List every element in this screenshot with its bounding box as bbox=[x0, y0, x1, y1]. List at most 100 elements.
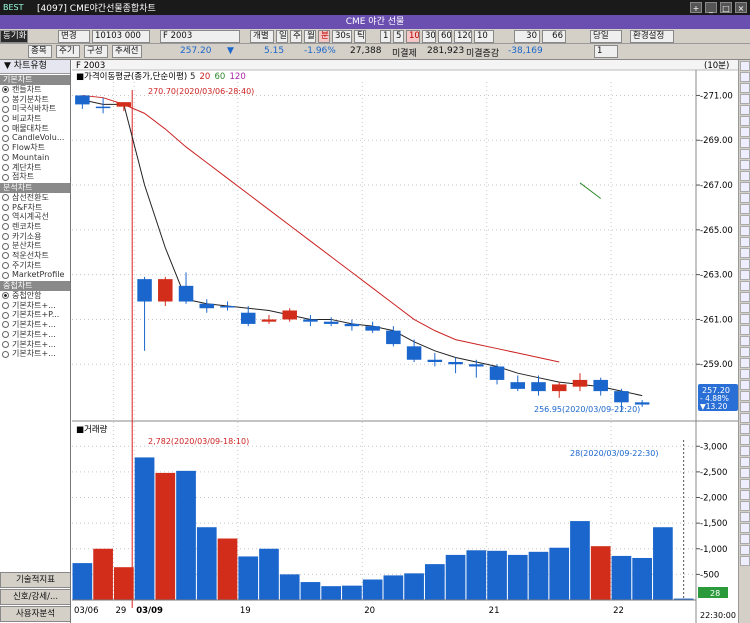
chart-type-option[interactable]: 분산차트 bbox=[0, 241, 70, 251]
drawing-tool-icon[interactable] bbox=[740, 204, 750, 214]
drawing-tool-icon[interactable] bbox=[740, 83, 750, 93]
chart-type-option[interactable]: Flow차트 bbox=[0, 143, 70, 153]
drawing-tool-icon[interactable] bbox=[740, 215, 750, 225]
chart-type-option[interactable]: 미국식바차트 bbox=[0, 104, 70, 114]
drawing-tool-icon[interactable] bbox=[740, 380, 750, 390]
drawing-tool-icon[interactable] bbox=[740, 248, 750, 258]
price-volume-chart[interactable]: F 2003 (10분) ■가격이동평균(종가,단순이평) 5 20 60 120 ■… bbox=[72, 60, 738, 623]
radio-icon[interactable] bbox=[2, 340, 9, 348]
radio-icon[interactable] bbox=[2, 223, 9, 231]
interval-1[interactable]: 1 bbox=[380, 30, 391, 43]
drawing-tool-icon[interactable] bbox=[740, 149, 750, 159]
drawing-tool-icon[interactable] bbox=[740, 72, 750, 82]
tab-week[interactable]: 주 bbox=[290, 30, 302, 43]
chart-type-option[interactable]: 기본차트+... bbox=[0, 320, 70, 330]
radio-icon[interactable] bbox=[2, 311, 9, 319]
chart-type-option[interactable]: 기본차트+... bbox=[0, 301, 70, 311]
chart-type-option[interactable]: 역시계곡선 bbox=[0, 212, 70, 222]
chart-type-option[interactable]: 기본차트+... bbox=[0, 330, 70, 340]
drawing-tool-icon[interactable] bbox=[740, 523, 750, 533]
sync-button[interactable]: 동기화 bbox=[0, 30, 28, 43]
change-dropdown[interactable]: 변경 bbox=[58, 30, 90, 43]
radio-icon[interactable] bbox=[2, 154, 9, 162]
radio-icon[interactable] bbox=[2, 331, 9, 339]
pin-icon[interactable]: + bbox=[690, 2, 702, 13]
chart-type-option[interactable]: 삼선전환도 bbox=[0, 193, 70, 203]
chart-type-option[interactable]: 렌코차트 bbox=[0, 222, 70, 232]
radio-icon[interactable] bbox=[2, 144, 9, 152]
chart-type-option[interactable]: 캔들차트 bbox=[0, 85, 70, 95]
chart-type-option[interactable]: 주기차트 bbox=[0, 261, 70, 271]
chart-type-option[interactable]: 봉기분차트 bbox=[0, 95, 70, 105]
interval-5[interactable]: 5 bbox=[393, 30, 404, 43]
tab-tick[interactable]: 틱 bbox=[354, 30, 366, 43]
drawing-tool-icon[interactable] bbox=[740, 303, 750, 313]
drawing-tool-icon[interactable] bbox=[740, 468, 750, 478]
drawing-tool-icon[interactable] bbox=[740, 138, 750, 148]
drawing-tool-icon[interactable] bbox=[740, 182, 750, 192]
radio-icon[interactable] bbox=[2, 292, 9, 300]
drawing-tool-icon[interactable] bbox=[740, 501, 750, 511]
radio-icon[interactable] bbox=[2, 105, 9, 113]
radio-icon[interactable] bbox=[2, 115, 9, 123]
tab-item[interactable]: 종목 bbox=[28, 45, 52, 58]
drawing-tool-icon[interactable] bbox=[740, 259, 750, 269]
tab-day[interactable]: 일 bbox=[276, 30, 288, 43]
radio-icon[interactable] bbox=[2, 262, 9, 270]
code-input[interactable]: 10103 000 bbox=[92, 30, 150, 43]
count-input[interactable]: 30 bbox=[514, 30, 540, 43]
drawing-tool-icon[interactable] bbox=[740, 512, 750, 522]
chart-type-option[interactable]: 매물대차트 bbox=[0, 124, 70, 134]
drawing-tool-icon[interactable] bbox=[740, 94, 750, 104]
chart-type-option[interactable]: 카기소용 bbox=[0, 232, 70, 242]
interval-30[interactable]: 30 bbox=[422, 30, 436, 43]
drawing-tool-icon[interactable] bbox=[740, 391, 750, 401]
interval-10[interactable]: 10 bbox=[406, 30, 420, 43]
drawing-tool-icon[interactable] bbox=[740, 237, 750, 247]
chart-type-option[interactable]: P&F차트 bbox=[0, 203, 70, 213]
drawing-tool-icon[interactable] bbox=[740, 446, 750, 456]
radio-icon[interactable] bbox=[2, 350, 9, 358]
chart-type-option[interactable]: 점차트 bbox=[0, 172, 70, 182]
chart-type-option[interactable]: 기본차트+P... bbox=[0, 310, 70, 320]
chart-type-option[interactable]: 기본차트+... bbox=[0, 349, 70, 359]
radio-icon[interactable] bbox=[2, 86, 9, 94]
drawing-tool-icon[interactable] bbox=[740, 490, 750, 500]
chart-type-option[interactable]: MarketProfile bbox=[0, 270, 70, 280]
tab-period[interactable]: 주기 bbox=[56, 45, 80, 58]
count-total-input[interactable]: 66 bbox=[542, 30, 566, 43]
product-input[interactable]: F 2003 bbox=[160, 30, 240, 43]
drawing-tool-icon[interactable] bbox=[740, 160, 750, 170]
interval-120[interactable]: 120 bbox=[454, 30, 472, 43]
tab-compose[interactable]: 구성 bbox=[84, 45, 108, 58]
chart-type-option[interactable]: 중첩안함 bbox=[0, 291, 70, 301]
radio-icon[interactable] bbox=[2, 252, 9, 260]
drawing-tool-icon[interactable] bbox=[740, 479, 750, 489]
drawing-tool-icon[interactable] bbox=[740, 281, 750, 291]
interval-60[interactable]: 60 bbox=[438, 30, 452, 43]
page-select[interactable]: 1 bbox=[594, 45, 618, 58]
radio-icon[interactable] bbox=[2, 173, 9, 181]
radio-icon[interactable] bbox=[2, 96, 9, 104]
interval-value-input[interactable]: 10 bbox=[474, 30, 494, 43]
today-checkbox[interactable]: 당일 bbox=[590, 30, 622, 43]
radio-icon[interactable] bbox=[2, 194, 9, 202]
drawing-tool-icon[interactable] bbox=[740, 457, 750, 467]
drawing-tool-icon[interactable] bbox=[740, 556, 750, 566]
drawing-tool-icon[interactable] bbox=[740, 116, 750, 126]
drawing-tool-icon[interactable] bbox=[740, 545, 750, 555]
drawing-tool-icon[interactable] bbox=[740, 369, 750, 379]
drawing-tool-icon[interactable] bbox=[740, 292, 750, 302]
drawing-tool-icon[interactable] bbox=[740, 193, 750, 203]
drawing-tool-icon[interactable] bbox=[740, 424, 750, 434]
drawing-tool-icon[interactable] bbox=[740, 435, 750, 445]
tab-month[interactable]: 월 bbox=[304, 30, 316, 43]
radio-icon[interactable] bbox=[2, 302, 9, 310]
drawing-tool-icon[interactable] bbox=[740, 127, 750, 137]
minimize-icon[interactable]: _ bbox=[705, 2, 717, 13]
drawing-tool-icon[interactable] bbox=[740, 171, 750, 181]
settings-button[interactable]: 환경설정 bbox=[630, 30, 674, 43]
drawing-tool-icon[interactable] bbox=[740, 314, 750, 324]
chart-type-option[interactable]: CandleVolu... bbox=[0, 133, 70, 143]
radio-icon[interactable] bbox=[2, 321, 9, 329]
